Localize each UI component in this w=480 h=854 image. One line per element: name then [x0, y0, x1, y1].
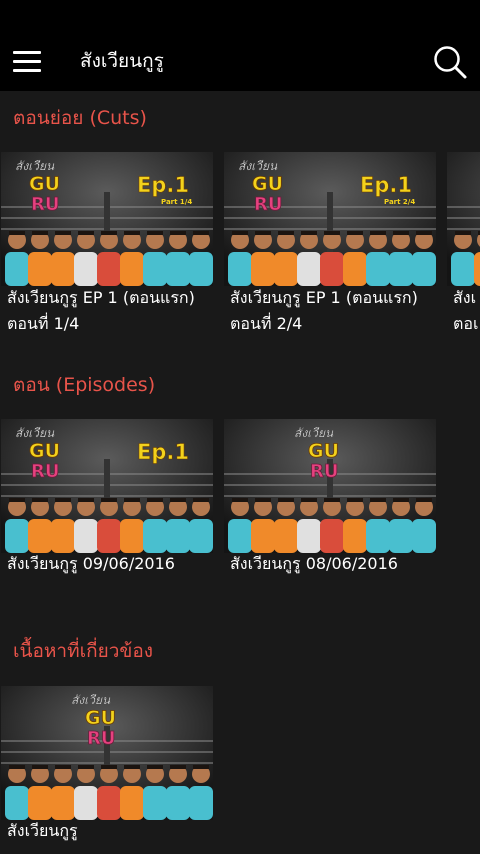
svg-text:GU: GU: [252, 173, 283, 195]
search-icon[interactable]: [432, 44, 468, 80]
svg-text:สังเวียน: สังเวียน: [71, 693, 111, 707]
card-title: สังเวียนกูรู EP 1 (ตอนแรก): [7, 288, 195, 307]
hamburger-menu-icon[interactable]: [13, 51, 41, 73]
app-bar: สังเวียนกูรู: [0, 0, 480, 91]
thumbnail: สังเวียน GU RU Ep.1 Part 1/4: [1, 152, 213, 286]
card-subtitle: ตอเ: [453, 314, 479, 333]
thumbnail: สังเวียนGURU: [447, 152, 480, 286]
svg-text:RU: RU: [87, 728, 115, 749]
thumbnail: สังเวียนGURU: [224, 419, 436, 553]
svg-text:GU: GU: [85, 707, 116, 729]
svg-text:สังเวียน: สังเวียน: [15, 426, 55, 440]
svg-text:RU: RU: [31, 461, 59, 482]
svg-text:GU: GU: [29, 440, 60, 462]
card-subtitle: ตอนที่ 1/4: [7, 314, 80, 333]
card-title: สังเวียนกูรู EP 1 (ตอนแรก): [230, 288, 418, 307]
card-title: สังเวียนกูรู: [7, 821, 78, 840]
section-title-cuts: ตอนย่อย (Cuts): [13, 107, 147, 129]
section-title-related: เนื้อหาที่เกี่ยวข้อง: [13, 640, 154, 662]
section-title-episodes: ตอน (Episodes): [13, 374, 156, 396]
card-title: สังเวียนกูรู 09/06/2016: [7, 554, 175, 573]
card-title: สังเ: [453, 288, 477, 307]
svg-text:GU: GU: [29, 173, 60, 195]
svg-text:RU: RU: [254, 194, 282, 215]
svg-text:สังเวียน: สังเวียน: [294, 426, 334, 440]
svg-text:Part 2/4: Part 2/4: [384, 198, 415, 206]
thumbnail: สังเวียน GU RU Ep.1 Part 2/4: [224, 152, 436, 286]
svg-text:สังเวียน: สังเวียน: [15, 159, 55, 173]
card-subtitle: ตอนที่ 2/4: [230, 314, 303, 333]
thumbnail: สังเวียน GU RU Ep.1: [1, 419, 213, 553]
svg-text:RU: RU: [31, 194, 59, 215]
card-title: สังเวียนกูรู 08/06/2016: [230, 554, 398, 573]
svg-text:Ep.1: Ep.1: [137, 440, 189, 464]
svg-text:สังเวียน: สังเวียน: [238, 159, 278, 173]
svg-text:Part 1/4: Part 1/4: [161, 198, 192, 206]
thumbnail: สังเวียนGURU: [1, 686, 213, 820]
svg-text:GU: GU: [308, 440, 339, 462]
page-title: สังเวียนกูรู: [80, 50, 164, 72]
svg-text:Ep.1: Ep.1: [137, 173, 189, 197]
svg-text:RU: RU: [310, 461, 338, 482]
svg-text:Ep.1: Ep.1: [360, 173, 412, 197]
